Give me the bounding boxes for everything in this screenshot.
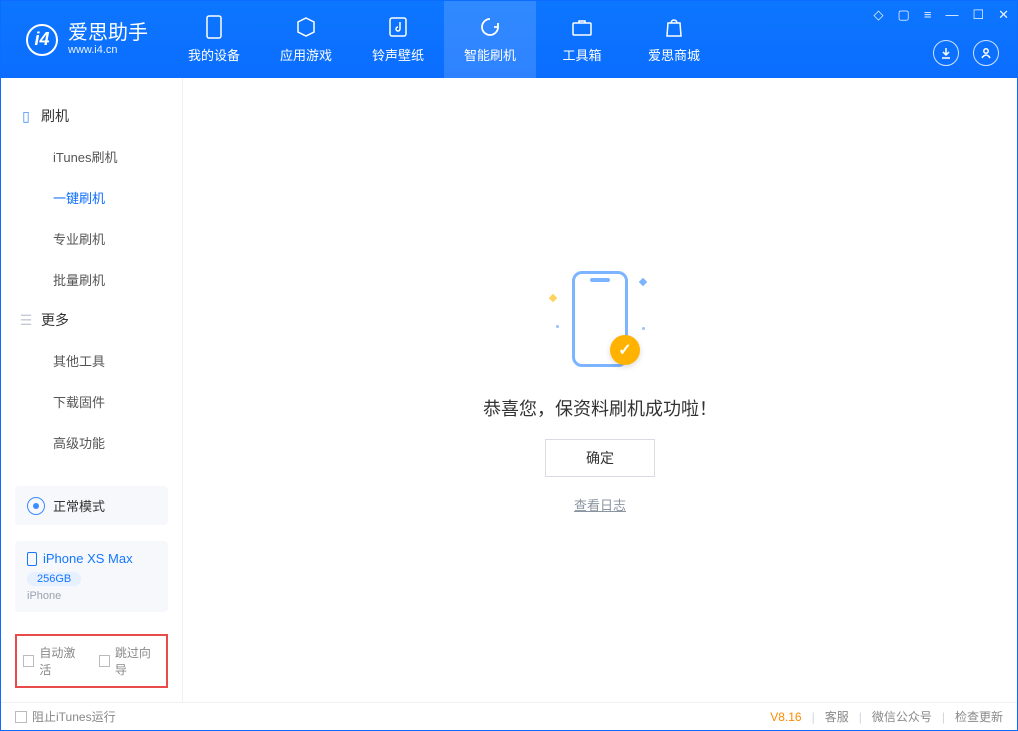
status-bar: 阻止iTunes运行 V8.16 | 客服 | 微信公众号 | 检查更新 xyxy=(1,702,1017,730)
version-label: V8.16 xyxy=(770,710,801,724)
download-button[interactable] xyxy=(933,40,959,66)
top-nav: 我的设备 应用游戏 铃声壁纸 智能刷机 工具箱 爱思商城 xyxy=(168,1,720,78)
nav-store[interactable]: 爱思商城 xyxy=(628,1,720,78)
checkbox-block-itunes[interactable]: 阻止iTunes运行 xyxy=(15,708,116,725)
device-icon xyxy=(202,15,226,39)
sidebar-item-pro-flash[interactable]: 专业刷机 xyxy=(1,218,182,259)
app-logo-icon: i4 xyxy=(26,24,58,56)
phone-icon: ▯ xyxy=(19,109,33,123)
check-badge-icon: ✓ xyxy=(610,335,640,365)
checkbox-icon xyxy=(99,655,110,667)
sidebar: ▯ 刷机 iTunes刷机 一键刷机 专业刷机 批量刷机 ☰ 更多 其他工具 下… xyxy=(1,78,183,702)
checkbox-label: 跳过向导 xyxy=(115,644,160,678)
feedback-icon[interactable]: ▢ xyxy=(898,7,910,23)
success-illustration: ✓ xyxy=(550,267,650,377)
nav-ringtone-wallpaper[interactable]: 铃声壁纸 xyxy=(352,1,444,78)
app-title: 爱思助手 xyxy=(68,22,148,44)
mode-label: 正常模式 xyxy=(53,496,105,515)
sidebar-group-more: ☰ 更多 xyxy=(1,300,182,340)
header-actions xyxy=(933,40,999,66)
view-log-link[interactable]: 查看日志 xyxy=(574,495,626,514)
success-message: 恭喜您，保资料刷机成功啦！ xyxy=(483,395,717,421)
sidebar-item-oneclick-flash[interactable]: 一键刷机 xyxy=(1,177,182,218)
group-label: 刷机 xyxy=(41,106,69,126)
wechat-link[interactable]: 微信公众号 xyxy=(872,708,932,725)
checkbox-icon xyxy=(15,711,27,723)
main-content: ✓ 恭喜您，保资料刷机成功啦！ 确定 查看日志 xyxy=(183,78,1017,702)
close-button[interactable]: ✕ xyxy=(998,7,1009,23)
checkbox-auto-activate[interactable]: 自动激活 xyxy=(23,644,85,678)
nav-label: 智能刷机 xyxy=(464,45,516,64)
checkbox-icon xyxy=(23,655,34,667)
device-type: iPhone xyxy=(27,590,156,602)
sidebar-item-download-firmware[interactable]: 下载固件 xyxy=(1,381,182,422)
device-storage-badge: 256GB xyxy=(27,572,81,586)
group-label: 更多 xyxy=(41,310,69,330)
ok-button[interactable]: 确定 xyxy=(545,439,655,477)
music-file-icon xyxy=(386,15,410,39)
nav-label: 爱思商城 xyxy=(648,45,700,64)
cube-icon xyxy=(294,15,318,39)
nav-smart-flash[interactable]: 智能刷机 xyxy=(444,1,536,78)
app-header: i4 爱思助手 www.i4.cn 我的设备 应用游戏 铃声壁纸 智能刷机 工具… xyxy=(1,1,1017,78)
sidebar-item-advanced[interactable]: 高级功能 xyxy=(1,422,182,463)
nav-label: 铃声壁纸 xyxy=(372,45,424,64)
options-highlight-box: 自动激活 跳过向导 xyxy=(15,634,168,688)
skin-icon[interactable]: ◇ xyxy=(874,7,884,23)
window-controls: ◇ ▢ ≡ — ☐ ✕ xyxy=(874,7,1009,23)
nav-my-device[interactable]: 我的设备 xyxy=(168,1,260,78)
mode-dot-icon xyxy=(27,497,45,515)
sidebar-item-batch-flash[interactable]: 批量刷机 xyxy=(1,259,182,300)
list-icon: ☰ xyxy=(19,313,33,327)
checkbox-skip-guide[interactable]: 跳过向导 xyxy=(99,644,161,678)
device-name: iPhone XS Max xyxy=(43,551,133,566)
nav-apps-games[interactable]: 应用游戏 xyxy=(260,1,352,78)
minimize-button[interactable]: — xyxy=(945,7,958,23)
sidebar-item-itunes-flash[interactable]: iTunes刷机 xyxy=(1,136,182,177)
support-link[interactable]: 客服 xyxy=(825,708,849,725)
toolbox-icon xyxy=(570,15,594,39)
app-subtitle: www.i4.cn xyxy=(68,44,148,56)
sidebar-item-other-tools[interactable]: 其他工具 xyxy=(1,340,182,381)
checkbox-label: 阻止iTunes运行 xyxy=(32,708,116,725)
sidebar-group-flash: ▯ 刷机 xyxy=(1,96,182,136)
check-update-link[interactable]: 检查更新 xyxy=(955,708,1003,725)
checkbox-label: 自动激活 xyxy=(39,644,84,678)
nav-toolbox[interactable]: 工具箱 xyxy=(536,1,628,78)
nav-label: 我的设备 xyxy=(188,45,240,64)
mode-card[interactable]: 正常模式 xyxy=(15,486,168,525)
logo-area: i4 爱思助手 www.i4.cn xyxy=(1,22,168,56)
bag-icon xyxy=(662,15,686,39)
user-button[interactable] xyxy=(973,40,999,66)
nav-label: 工具箱 xyxy=(562,45,601,64)
device-card[interactable]: iPhone XS Max 256GB iPhone xyxy=(15,541,168,612)
phone-outline-icon xyxy=(27,552,37,566)
refresh-shield-icon xyxy=(478,15,502,39)
nav-label: 应用游戏 xyxy=(280,45,332,64)
menu-icon[interactable]: ≡ xyxy=(924,7,932,23)
maximize-button[interactable]: ☐ xyxy=(972,7,984,23)
